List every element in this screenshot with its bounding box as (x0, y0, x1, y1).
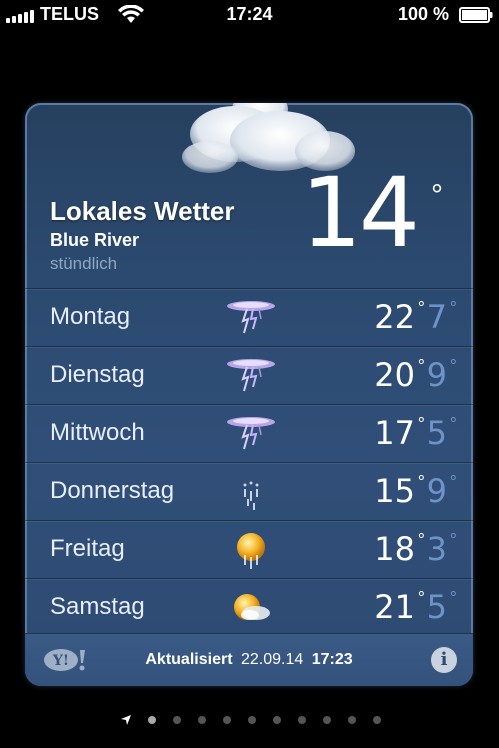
high-degree: ° (417, 298, 425, 318)
page-dot[interactable] (298, 716, 306, 724)
battery-percentage: 100 % (397, 4, 449, 24)
last-updated: Aktualisiert 22.09.14 17:23 (25, 651, 473, 669)
forecast-day: Montag (50, 303, 131, 330)
page-indicator[interactable] (0, 712, 499, 728)
forecast-list: Montag 22 ° 7 ° Dienstag 20 ° 9 ° Mittwoch 17 ° 5 ° Don… (25, 288, 473, 636)
high-degree: ° (417, 414, 425, 434)
low-temperature: 5 (426, 588, 447, 626)
page-dot[interactable] (348, 716, 356, 724)
low-temperature: 5 (426, 414, 447, 452)
high-temperature: 17 (374, 414, 415, 452)
forecast-day: Mittwoch (50, 419, 145, 446)
low-degree: ° (449, 356, 457, 376)
current-temperature-degree: ° (431, 179, 443, 212)
page-dot[interactable] (148, 716, 156, 724)
forecast-row: Samstag 21 ° 5 ° (25, 578, 473, 636)
low-degree: ° (449, 414, 457, 434)
forecast-row: Montag 22 ° 7 ° (25, 288, 473, 346)
high-temperature: 15 (374, 472, 415, 510)
weather-card[interactable]: Lokales Wetter Blue River stündlich 14 °… (25, 103, 473, 686)
high-temperature: 22 (374, 298, 415, 336)
high-degree: ° (417, 356, 425, 376)
page-dot[interactable] (373, 716, 381, 724)
page-dot[interactable] (173, 716, 181, 724)
location-arrow-icon (121, 715, 131, 725)
low-degree: ° (449, 298, 457, 318)
low-degree: ° (449, 588, 457, 608)
weather-header: Lokales Wetter Blue River stündlich 14 ° (25, 103, 473, 288)
high-temperature: 20 (374, 356, 415, 394)
page-dot[interactable] (223, 716, 231, 724)
updated-label: Aktualisiert (145, 651, 233, 668)
updated-time: 17:23 (311, 651, 353, 668)
widget-title: Lokales Wetter (50, 196, 235, 226)
updated-date: 22.09.14 (240, 651, 304, 668)
low-temperature: 3 (426, 530, 447, 568)
low-temperature: 9 (426, 472, 447, 510)
rain-icon (223, 471, 279, 513)
forecast-row: Dienstag 20 ° 9 ° (25, 346, 473, 404)
high-degree: ° (417, 530, 425, 550)
partly-cloudy-icon (223, 587, 279, 629)
info-icon[interactable]: i (431, 647, 457, 673)
thunderstorm-icon (223, 297, 279, 339)
page-dot[interactable] (248, 716, 256, 724)
high-temperature: 18 (374, 530, 415, 568)
sun-showers-icon (223, 529, 279, 571)
battery-icon (459, 7, 493, 23)
forecast-day: Dienstag (50, 361, 145, 388)
forecast-row: Mittwoch 17 ° 5 ° (25, 404, 473, 462)
page-dot[interactable] (323, 716, 331, 724)
thunderstorm-icon (223, 413, 279, 455)
high-degree: ° (417, 588, 425, 608)
status-bar: TELUS 17:24 100 % (0, 0, 499, 30)
forecast-mode[interactable]: stündlich (50, 254, 117, 274)
forecast-row: Freitag 18 ° 3 ° (25, 520, 473, 578)
page-dot[interactable] (273, 716, 281, 724)
forecast-day: Freitag (50, 535, 125, 562)
high-temperature: 21 (374, 588, 415, 626)
forecast-day: Samstag (50, 593, 145, 620)
forecast-day: Donnerstag (50, 477, 175, 504)
low-degree: ° (449, 530, 457, 550)
high-degree: ° (417, 472, 425, 492)
thunderstorm-icon (223, 355, 279, 397)
low-temperature: 7 (426, 298, 447, 336)
current-temperature: 14 (300, 157, 420, 269)
forecast-row: Donnerstag 15 ° 9 ° (25, 462, 473, 520)
low-temperature: 9 (426, 356, 447, 394)
city-name: Blue River (50, 230, 140, 250)
low-degree: ° (449, 472, 457, 492)
weather-footer: Y! Aktualisiert 22.09.14 17:23 i (25, 633, 473, 686)
page-dot[interactable] (198, 716, 206, 724)
